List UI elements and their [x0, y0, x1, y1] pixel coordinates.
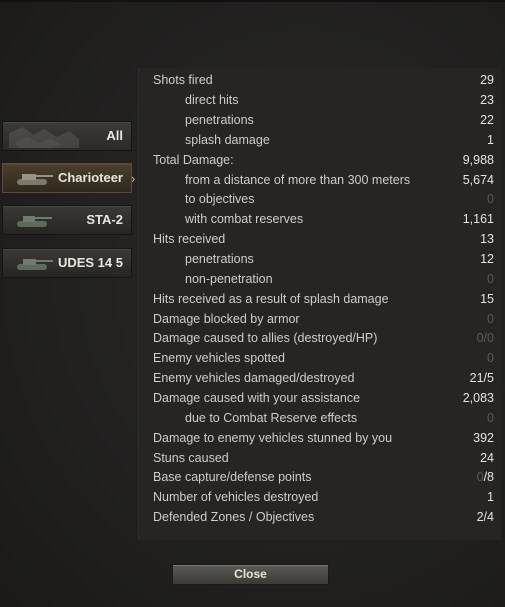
stat-row-total-damage: Total Damage: 9,988: [139, 150, 494, 170]
stat-row-splash-hits-received: Hits received as a result of splash dama…: [139, 289, 494, 309]
stat-value: 22: [480, 113, 494, 127]
stat-value: 24: [480, 451, 494, 465]
stat-label: penetrations: [185, 113, 254, 127]
stat-row-vehicles-destroyed: Number of vehicles destroyed 1: [139, 487, 494, 507]
stat-label: with combat reserves: [185, 212, 304, 226]
stat-value: 23: [480, 93, 494, 107]
tab-label: Charioteer: [57, 170, 123, 185]
stat-row-stuns-caused: Stuns caused 24: [139, 448, 494, 468]
stat-row-combat-reserve-effects: due to Combat Reserve effects 0: [139, 408, 494, 428]
stat-row-damage-to-allies: Damage caused to allies (destroyed/HP) 0…: [139, 328, 494, 348]
stat-value: 1: [487, 490, 494, 504]
stat-label: Damage blocked by armor: [153, 312, 300, 326]
stat-value: 0: [487, 411, 494, 425]
camo-pattern-icon: [9, 127, 79, 148]
tab-udes-14-5[interactable]: UDES 14 5: [2, 248, 132, 278]
stat-label: Base capture/defense points: [153, 470, 312, 484]
stat-value: 2,083: [462, 391, 494, 405]
stat-label: Defended Zones / Objectives: [153, 510, 315, 524]
stat-row-damage-blocked: Damage blocked by armor 0: [139, 309, 494, 329]
stat-row-received-penetrations: penetrations 12: [139, 249, 494, 269]
stat-label: non-penetration: [185, 272, 273, 286]
stat-label: Enemy vehicles spotted: [153, 351, 286, 365]
stat-row-defended-zones: Defended Zones / Objectives 2/4: [139, 507, 494, 527]
stat-row-penetrations: penetrations 22: [139, 110, 494, 130]
stat-value: 0/0: [476, 331, 494, 345]
stat-label: penetrations: [185, 252, 254, 266]
stat-value: 15: [480, 292, 494, 306]
stat-row-assisted-damage: Damage caused with your assistance 2,083: [139, 388, 494, 408]
stat-row-damage-to-objectives: to objectives 0: [139, 189, 494, 209]
stat-label: Enemy vehicles damaged/destroyed: [153, 371, 355, 385]
stat-value: 392: [473, 431, 494, 445]
stat-label: Damage caused to allies (destroyed/HP): [153, 331, 378, 345]
stat-row-non-penetration: non-penetration 0: [139, 269, 494, 289]
tab-all[interactable]: All: [2, 121, 132, 151]
stat-row-enemies-spotted: Enemy vehicles spotted 0: [139, 348, 494, 368]
stat-row-splash-damage: splash damage 1: [139, 130, 494, 150]
stat-value: 12: [480, 252, 494, 266]
tank-icon: [17, 174, 53, 185]
stat-label: Hits received as a result of splash dama…: [153, 292, 389, 306]
stat-value: 1: [487, 133, 494, 147]
stat-value: 9,988: [462, 153, 494, 167]
stat-value: 21/5: [469, 371, 494, 385]
stat-label: Shots fired: [153, 73, 213, 87]
stat-row-shots-fired: Shots fired 29: [139, 70, 494, 90]
stat-row-combat-reserves-damage: with combat reserves 1,161: [139, 209, 494, 229]
stat-value: 0: [487, 351, 494, 365]
stat-value: 0: [487, 192, 494, 206]
stat-label: Stuns caused: [153, 451, 229, 465]
stat-row-base-points: Base capture/defense points 0/8: [139, 467, 494, 487]
top-border: [0, 0, 505, 2]
tab-charioteer[interactable]: Charioteer: [2, 163, 132, 193]
tank-icon: [17, 259, 53, 270]
stat-row-enemies-damaged-destroyed: Enemy vehicles damaged/destroyed 21/5: [139, 368, 494, 388]
battle-stats-panel: Shots fired 29 direct hits 23 penetratio…: [138, 68, 501, 540]
stat-row-hits-received: Hits received 13: [139, 229, 494, 249]
stat-row-stunned-damage: Damage to enemy vehicles stunned by you …: [139, 428, 494, 448]
stat-label: Number of vehicles destroyed: [153, 490, 319, 504]
stat-label: Damage to enemy vehicles stunned by you: [153, 431, 393, 445]
stat-value: 13: [480, 232, 494, 246]
stat-label: due to Combat Reserve effects: [185, 411, 358, 425]
stat-label: direct hits: [185, 93, 239, 107]
tab-label: STA-2: [86, 212, 123, 227]
tab-sta-2[interactable]: STA-2: [2, 205, 132, 235]
stat-value: 1,161: [462, 212, 494, 226]
stat-value: 5,674: [462, 173, 494, 187]
tab-label: UDES 14 5: [57, 255, 123, 270]
stat-label: to objectives: [185, 192, 255, 206]
stat-label: Total Damage:: [153, 153, 234, 167]
stat-label: Damage caused with your assistance: [153, 391, 361, 405]
stat-label: from a distance of more than 300 meters: [185, 173, 411, 187]
stat-row-long-range-damage: from a distance of more than 300 meters …: [139, 170, 494, 190]
stat-value: 29: [480, 73, 494, 87]
tank-icon: [17, 216, 52, 227]
stat-row-direct-hits: direct hits 23: [139, 90, 494, 110]
stat-value: 0/8: [476, 470, 494, 484]
stat-value: 0: [487, 312, 494, 326]
stat-value: 2/4: [476, 510, 494, 524]
close-button[interactable]: Close: [172, 564, 329, 585]
stat-value: 0: [487, 272, 494, 286]
tab-label: All: [106, 128, 123, 143]
stat-label: splash damage: [185, 133, 270, 147]
stat-label: Hits received: [153, 232, 226, 246]
